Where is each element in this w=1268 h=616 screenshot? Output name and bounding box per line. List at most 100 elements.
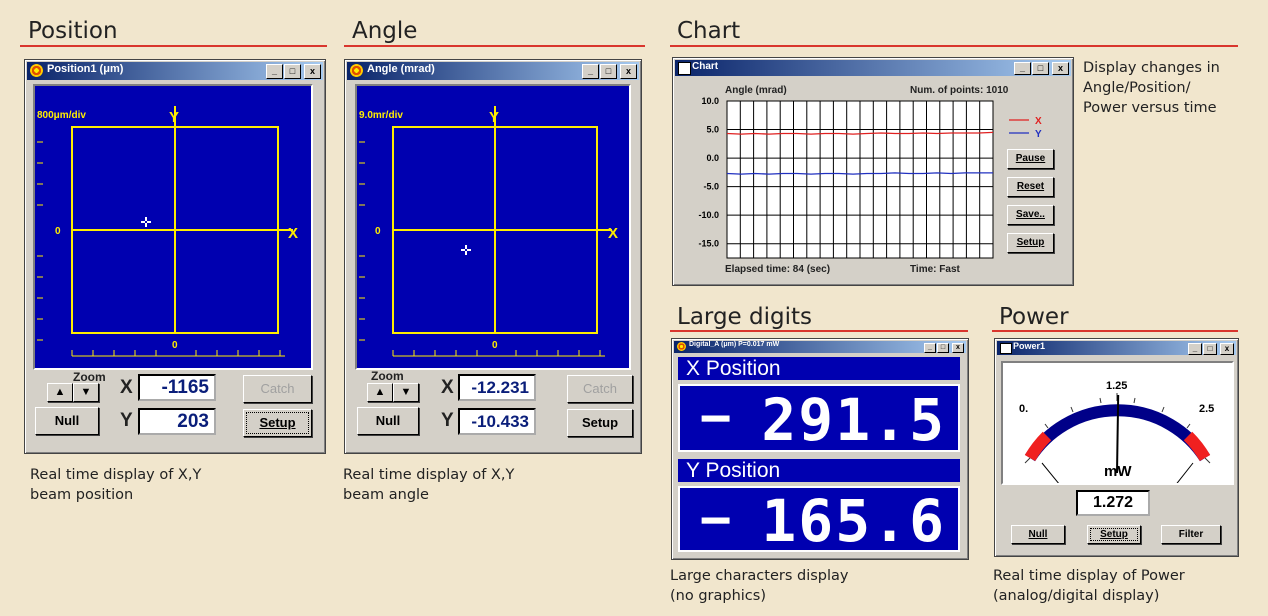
chart-caption-line2: Angle/Position/ [1083, 80, 1191, 96]
power-gauge: 0. 1.25 2.5 mW [1001, 361, 1234, 502]
gauge-left-edge [1041, 462, 1074, 502]
chart-legend-y-label: Y [1035, 129, 1042, 140]
maximize-button[interactable]: □ [600, 64, 617, 79]
y-position-field[interactable]: 203 [138, 408, 216, 435]
zoom-in-button[interactable]: ▲ [47, 383, 73, 402]
x-position-header: X Position [678, 357, 960, 380]
x-field-label: X [441, 377, 454, 398]
maximize-button[interactable]: □ [937, 343, 949, 353]
power-title-bar[interactable]: Power1 _ □ x [997, 341, 1236, 355]
zoom-in-button[interactable]: ▲ [367, 383, 393, 402]
app-icon [30, 64, 43, 77]
digits-window: Digital_A (μm) P=0.017 mW _ □ x X Positi… [671, 338, 969, 560]
x-field-label: X [120, 377, 133, 398]
null-button[interactable]: Null [35, 407, 99, 435]
setup-button[interactable]: Setup [243, 409, 312, 437]
chart-section-title: Chart [677, 18, 741, 44]
digits-section-rule [670, 330, 968, 332]
chart-footer-right: Time: Fast [910, 264, 960, 275]
close-button[interactable]: x [620, 64, 637, 79]
chart-y-tick-label: 5.0 [706, 125, 719, 135]
power-section-rule [992, 330, 1238, 332]
position-display[interactable]: 800μm/div Y X 0 0 [33, 84, 313, 370]
minimize-button[interactable]: _ [1188, 343, 1202, 355]
bottom-ticks [71, 350, 285, 357]
power-value-field[interactable]: 1.272 [1076, 490, 1150, 516]
close-button[interactable]: x [1220, 343, 1234, 355]
power-gauge-svg: 0. 1.25 2.5 mW [1019, 380, 1214, 502]
angle-caption: Real time display of X,Y beam angle [343, 465, 514, 505]
angle-display[interactable]: 9.0mr/div Y X 0 0 [355, 84, 631, 370]
x-angle-field[interactable]: -12.231 [458, 374, 536, 401]
setup-button[interactable]: Setup [1087, 525, 1141, 544]
app-icon [350, 64, 363, 77]
setup-button[interactable]: Setup [567, 409, 633, 437]
position-section-title: Position [28, 18, 118, 44]
digits-caption-line1: Large characters display [670, 568, 849, 584]
x-sign: − [700, 388, 732, 448]
maximize-button[interactable]: □ [284, 64, 301, 79]
catch-button[interactable]: Catch [567, 375, 633, 403]
chart-y-tick-label: 0.0 [706, 153, 719, 163]
gauge-max-label: 2.5 [1199, 403, 1214, 415]
power-window: Power1 _ □ x 0. 1.25 2.5 mW 1.272 Null S… [994, 338, 1239, 557]
close-button[interactable]: x [952, 343, 964, 353]
chart-section-rule [670, 45, 1238, 47]
minimize-button[interactable]: _ [924, 343, 936, 353]
minimize-button[interactable]: _ [582, 64, 599, 79]
digits-section-title: Large digits [677, 304, 813, 330]
zoom-label: Zoom [73, 370, 106, 384]
position-scale-label: 800μm/div [37, 110, 86, 121]
power-caption: Real time display of Power (analog/digit… [993, 566, 1185, 606]
angle-y-axis-label: Y [489, 109, 499, 126]
minimize-button[interactable]: _ [266, 64, 283, 79]
position-x-axis-label: X [288, 225, 298, 242]
digits-title-bar[interactable]: Digital_A (μm) P=0.017 mW _ □ x [674, 341, 966, 353]
filter-button[interactable]: Filter [1161, 525, 1221, 544]
y-angle-field[interactable]: -10.433 [458, 408, 536, 435]
chart-y-tick-label: -15.0 [698, 239, 719, 249]
position-window: Position1 (μm) _ □ x 800μm/div Y X 0 0 Z… [24, 59, 326, 454]
position-caption-line2: beam position [30, 487, 134, 503]
save-button[interactable]: Save.. [1007, 205, 1054, 225]
angle-section-title: Angle [352, 18, 418, 44]
position-title-bar[interactable]: Position1 (μm) _ □ x [27, 62, 323, 80]
angle-zero-y: 0 [375, 226, 381, 237]
setup-button[interactable]: Setup [1007, 233, 1054, 253]
left-ticks [359, 141, 365, 341]
position-crosshair-plot: 800μm/div Y X 0 0 [37, 106, 298, 357]
chart-y-tick-label: 10.0 [701, 96, 719, 106]
angle-window-title: Angle (mrad) [367, 63, 435, 75]
angle-window: Angle (mrad) _ □ x 9.0mr/div Y X 0 0 Zoo… [344, 59, 642, 454]
left-ticks [37, 141, 43, 341]
maximize-button[interactable]: □ [1203, 343, 1217, 355]
chart-y-tick-label: -5.0 [703, 182, 719, 192]
y-value: 165.6 [761, 487, 946, 555]
chart-caption: Display changes in Angle/Position/ Power… [1083, 58, 1220, 118]
angle-title-bar[interactable]: Angle (mrad) _ □ x [347, 62, 639, 80]
position-section-rule [20, 45, 327, 47]
x-position-field[interactable]: -1165 [138, 374, 216, 401]
zoom-out-button[interactable]: ▼ [73, 383, 99, 402]
angle-x-axis-label: X [608, 225, 618, 242]
chart-window: Chart _ □ x Angle (mrad) Num. of points:… [672, 57, 1074, 286]
angle-scale-label: 9.0mr/div [359, 110, 403, 121]
chart-caption-line1: Display changes in [1083, 60, 1220, 76]
zoom-out-button[interactable]: ▼ [393, 383, 419, 402]
reset-button[interactable]: Reset [1007, 177, 1054, 197]
chart-legend-x-label: X [1035, 116, 1042, 127]
beam-marker-icon [461, 245, 471, 255]
gauge-min-label: 0. [1019, 403, 1028, 415]
angle-crosshair-plot: 9.0mr/div Y X 0 0 [359, 106, 618, 357]
beam-marker-icon [141, 217, 151, 227]
position-caption-line1: Real time display of X,Y [30, 467, 202, 483]
null-button[interactable]: Null [357, 407, 419, 435]
digits-caption-line2: (no graphics) [670, 588, 766, 604]
pause-button[interactable]: Pause [1007, 149, 1054, 169]
power-window-title: Power1 [1013, 341, 1046, 351]
null-button[interactable]: Null [1011, 525, 1065, 544]
power-section-title: Power [999, 304, 1069, 330]
position-y-axis-label: Y [169, 109, 179, 126]
close-button[interactable]: x [304, 64, 321, 79]
catch-button[interactable]: Catch [243, 375, 312, 403]
